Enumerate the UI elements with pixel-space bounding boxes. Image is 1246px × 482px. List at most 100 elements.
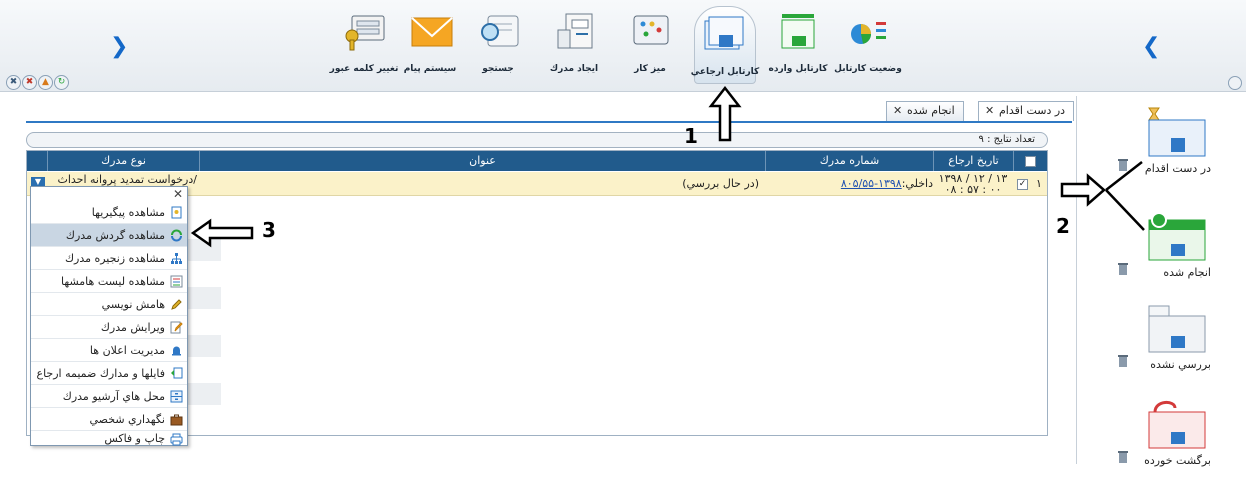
annotation-arrow-up [708, 86, 742, 142]
toolbar-create-document[interactable]: ايجاد مدرك [546, 10, 602, 82]
pie-chart-icon [851, 22, 886, 44]
menu-label: مشاهده گردش مدرك [65, 229, 165, 242]
printer-icon [170, 433, 183, 446]
select-all-checkbox[interactable]: ✓ [1025, 155, 1036, 167]
cartable-label: بررسي نشده [1150, 358, 1211, 371]
close-all-icon[interactable]: ✖ [6, 75, 21, 90]
menu-archive-locations[interactable]: محل هاي آرشيو مدرك [31, 385, 187, 408]
doc-number-link[interactable]: ۱۳۹۸-۸۰۵/۵۵ [841, 177, 902, 190]
menu-view-followups[interactable]: مشاهده پيگيريها [31, 201, 187, 224]
document-chain-icon [171, 253, 182, 264]
close-tab-icon[interactable]: ✕ [893, 102, 902, 120]
toolbar-incoming-cartable[interactable]: کارتابل وارده [769, 10, 827, 82]
returned-tray-icon [1148, 401, 1206, 449]
tab-label: انجام شده [907, 104, 955, 117]
menu-label: چاپ و فاكس [104, 432, 165, 445]
row-stripe [187, 335, 221, 357]
menu-print-fax[interactable]: چاپ و فاكس [31, 431, 187, 447]
cartable-label: انجام شده [1163, 266, 1211, 279]
toolbar-cartable-status[interactable]: وضعيت کارتابل [834, 10, 902, 82]
archive-icon [170, 390, 183, 403]
main-toolbar: ❯ ❮ تغيير کلمه عبور سيستم پيام جستجو ايج… [0, 0, 1246, 92]
toolbar-label: ميز کار [634, 64, 666, 74]
menu-label: نگهداري شخصي [89, 413, 165, 426]
incoming-tray-icon [781, 14, 815, 49]
menu-referral-attachments[interactable]: فايلها و مدارك ضميمه ارجاع [31, 362, 187, 385]
header-doc-number[interactable]: شماره مدرك [765, 151, 933, 171]
menu-label: مشاهده زنجيره مدرك [64, 252, 165, 265]
toolbar-referral-cartable[interactable]: کارتابل ارجاعي [691, 6, 759, 84]
toolbar-label: وضعيت کارتابل [834, 64, 902, 74]
header-referral-date[interactable]: تاريخ ارجاع [933, 151, 1013, 171]
tab-label: در دست اقدام [999, 104, 1066, 117]
menu-label: ويرايش مدرك [100, 321, 165, 334]
toolbar-label: جستجو [482, 64, 514, 74]
tab-completed[interactable]: ✕ انجام شده [886, 101, 964, 121]
grid-header: ✓ تاريخ ارجاع شماره مدرك عنوان نوع مدرك [27, 151, 1047, 171]
toolbar-messaging[interactable]: سيستم پيام [402, 10, 458, 82]
annotation-list-icon [170, 275, 183, 288]
not-reviewed-tray-icon [1148, 305, 1206, 353]
results-count: تعداد نتايج : ۹ [26, 132, 1048, 148]
header-doc-type[interactable]: نوع مدرك [47, 151, 199, 171]
annotation-number-1: 1 [684, 124, 698, 148]
window-buttons: ✖ ✖ ▲ ↻ [6, 74, 70, 90]
menu-view-document-chain[interactable]: مشاهده زنجيره مدرك [31, 247, 187, 270]
attachment-icon [171, 367, 183, 379]
row-stripe [187, 383, 221, 405]
header-title[interactable]: عنوان [199, 151, 765, 171]
completed-tray-icon [1148, 212, 1206, 261]
cartable-tabs: ✕ در دست اقدام ✕ انجام شده [26, 97, 1075, 123]
in-progress-tray-icon [1148, 107, 1206, 157]
title-status: (در حال بررسي) [682, 177, 759, 190]
time-line: ۰۸ : ۵۷ : ۰۰ [944, 183, 1002, 196]
toolbar-desk[interactable]: ميز کار [622, 10, 678, 82]
menu-label: محل هاي آرشيو مدرك [62, 390, 165, 403]
row-doc-number: داخلي:۱۳۹۸-۸۰۵/۵۵ [817, 172, 933, 196]
close-tab-icon[interactable]: ✕ [985, 102, 994, 120]
create-document-icon [557, 13, 593, 49]
menu-label: مشاهده پيگيريها [91, 206, 165, 219]
cartable-returned[interactable]: برگشت خورده [1077, 392, 1245, 482]
cartable-label: در دست اقدام [1144, 162, 1211, 175]
cartable-not-reviewed[interactable]: بررسي نشده [1077, 296, 1245, 386]
referral-tray-icon [704, 16, 744, 50]
close-icon[interactable]: ✖ [22, 75, 37, 90]
search-icon [481, 15, 519, 47]
envelope-icon [411, 17, 453, 47]
toolbar-next-arrow-icon[interactable]: ❮ [1142, 36, 1160, 58]
row-index: ۱ [1036, 177, 1042, 190]
pencil-icon [171, 299, 182, 310]
menu-edit-document[interactable]: ويرايش مدرك [31, 316, 187, 339]
row-checkbox[interactable]: ✓ [1017, 172, 1031, 196]
trash-icon[interactable] [1117, 450, 1129, 464]
header-select-all[interactable]: ✓ [1013, 151, 1047, 171]
trash-icon[interactable] [1117, 262, 1129, 276]
annotation-arrow-left [190, 218, 254, 248]
tab-in-progress[interactable]: ✕ در دست اقدام [978, 101, 1075, 121]
row-title[interactable]: (در حال بررسي) [447, 172, 765, 196]
toolbar-search[interactable]: جستجو [470, 10, 526, 82]
menu-personal-keeping[interactable]: نگهداري شخصي [31, 408, 187, 431]
menu-view-annotation-list[interactable]: مشاهده ليست هامشها [31, 270, 187, 293]
row-referral-date: ۱۳۹۸ / ۱۲ / ۱۳ ۰۸ : ۵۷ : ۰۰ [933, 172, 1013, 196]
collapse-icon[interactable]: ▲ [38, 75, 53, 90]
menu-manage-notifications[interactable]: مديريت اعلان ها [31, 339, 187, 362]
cartable-label: برگشت خورده [1144, 454, 1211, 467]
menu-write-annotation[interactable]: هامش نويسي [31, 293, 187, 316]
menu-view-document-flow[interactable]: مشاهده گردش مدرك [31, 224, 187, 247]
desk-icon [633, 15, 669, 45]
toolbar-label: ايجاد مدرك [549, 64, 599, 74]
document-flow-icon [171, 229, 182, 242]
toolbar-prev-arrow-icon[interactable]: ❯ [110, 36, 128, 58]
close-menu-icon[interactable]: ✕ [173, 187, 183, 201]
key-keyboard-icon [345, 15, 385, 51]
refresh-icon[interactable]: ↻ [54, 75, 69, 90]
follow-up-icon [171, 206, 182, 219]
grid-empty-area [221, 197, 1047, 435]
bell-icon [172, 346, 181, 356]
panel-settings-icon[interactable] [1228, 76, 1242, 90]
trash-icon[interactable] [1117, 354, 1129, 368]
row-select-checkbox[interactable]: ✓ [1017, 178, 1028, 190]
toolbar-change-password[interactable]: تغيير کلمه عبور [330, 10, 398, 82]
